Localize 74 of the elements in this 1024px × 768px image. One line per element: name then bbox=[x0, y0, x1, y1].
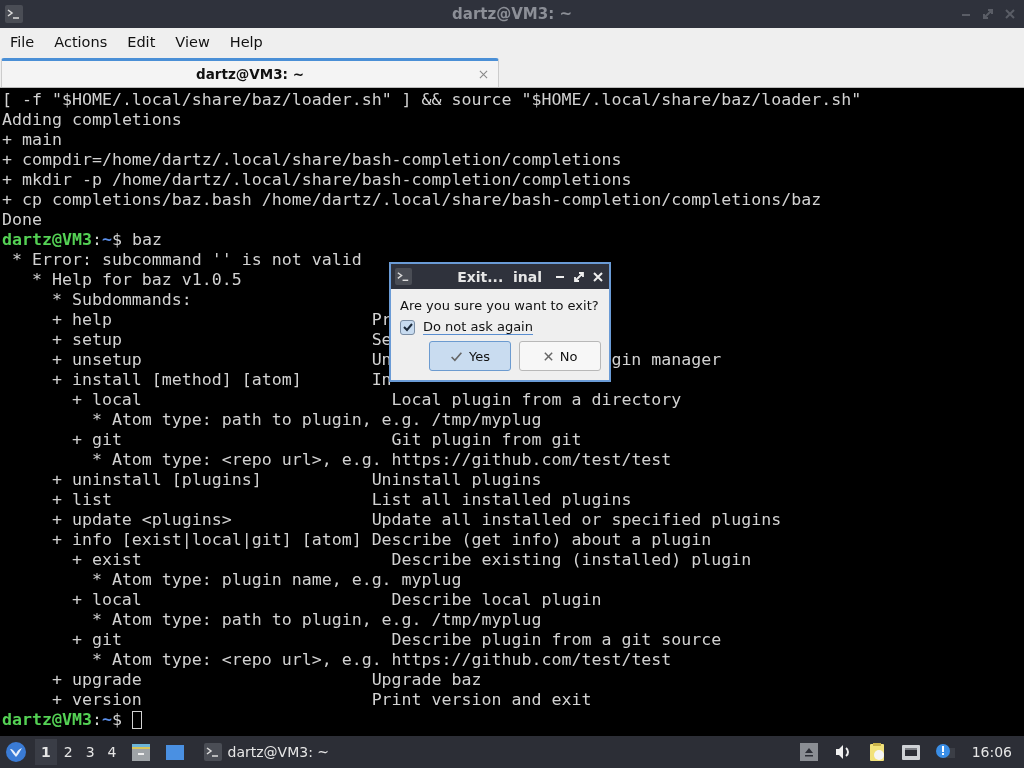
dialog-message: Are you sure you want to exit? bbox=[400, 298, 600, 313]
yes-button[interactable]: Yes bbox=[429, 341, 511, 371]
terminal-icon bbox=[5, 5, 23, 23]
terminal-text: * Atom type: path to plugin, e.g. /tmp/myplug bbox=[91, 410, 542, 430]
workspace-button[interactable]: 4 bbox=[101, 739, 123, 765]
start-menu-icon[interactable] bbox=[5, 741, 27, 763]
terminal-text: Describe (get info) about a plugin bbox=[371, 530, 712, 550]
terminal-text: + compdir=/home/dartz/.local/share/bash-completion/completions bbox=[2, 150, 622, 170]
terminal-text: + setup bbox=[51, 330, 122, 350]
terminal-tab[interactable]: dartz@VM3: ~ bbox=[1, 58, 499, 87]
shell-prompt: dartz@VM3:~$ bbox=[2, 230, 122, 250]
terminal-text: + unsetup bbox=[51, 350, 142, 370]
terminal-text: * Help for baz v1.0.5 bbox=[31, 270, 242, 290]
terminal-text: + mkdir -p /home/dartz/.local/share/bash-completion/completions bbox=[2, 170, 632, 190]
terminal-text: + git bbox=[71, 430, 122, 450]
terminal-text: + local bbox=[71, 590, 142, 610]
terminal-icon bbox=[395, 268, 412, 285]
eject-icon[interactable] bbox=[798, 742, 819, 762]
terminal-text: Pr bbox=[371, 310, 392, 330]
terminal-text: Describe existing (installed) plugin bbox=[391, 550, 752, 570]
no-button[interactable]: No bbox=[519, 341, 601, 371]
terminal-text: Adding completions bbox=[2, 110, 182, 130]
terminal-text: gin manager bbox=[611, 350, 722, 370]
terminal-text: [ -f "$HOME/.local/share/baz/loader.sh" ] && source "$HOME/.local/share/baz/loader.sh" bbox=[2, 90, 862, 110]
workspace-button[interactable]: 2 bbox=[57, 739, 79, 765]
terminal-text: + cp completions/baz.bash /home/dartz/.local/share/bash-completion/completions/baz bbox=[2, 190, 822, 210]
file-cabinet-icon[interactable] bbox=[130, 742, 151, 762]
terminal-text: + update <plugins> bbox=[51, 510, 232, 530]
close-icon bbox=[542, 350, 554, 362]
terminal-text: Describe local plugin bbox=[391, 590, 602, 610]
command-text: baz bbox=[131, 230, 162, 250]
terminal-text: * Atom type: path to plugin, e.g. /tmp/myplug bbox=[91, 610, 542, 630]
checkmark-icon bbox=[450, 349, 463, 363]
terminal-text: + main bbox=[2, 130, 62, 150]
dialog-title: Exit... inal bbox=[457, 268, 542, 285]
terminal-text: Upgrade baz bbox=[371, 670, 482, 690]
terminal-text: + info [exist|local|git] [atom] bbox=[51, 530, 362, 550]
terminal-text: Print version and exit bbox=[371, 690, 592, 710]
terminal-text: + local bbox=[71, 390, 142, 410]
taskbar-task[interactable]: dartz@VM3: ~ bbox=[197, 737, 336, 767]
terminal-text: + upgrade bbox=[51, 670, 142, 690]
menu-item[interactable]: View bbox=[167, 34, 218, 50]
terminal-text: Done bbox=[2, 210, 42, 230]
terminal-text: + install [method] [atom] bbox=[51, 370, 302, 390]
terminal-text: + uninstall [plugins] bbox=[51, 470, 262, 490]
checkbox-label[interactable]: Do not ask again bbox=[423, 319, 533, 335]
terminal-text: Git plugin from git bbox=[391, 430, 582, 450]
terminal-text: * Error: subcommand '' is not valid bbox=[12, 250, 362, 270]
terminal-text: List all installed plugins bbox=[371, 490, 632, 510]
menu-item[interactable]: Actions bbox=[46, 34, 116, 50]
terminal-text: + list bbox=[51, 490, 112, 510]
window-title: dartz@VM3: ~ bbox=[452, 5, 572, 23]
terminal-icon bbox=[203, 743, 222, 761]
terminal-text: Update all installed or specified plugins bbox=[371, 510, 782, 530]
terminal-text: Describe plugin from a git source bbox=[391, 630, 722, 650]
terminal-text: + help bbox=[51, 310, 112, 330]
menu-item[interactable]: Edit bbox=[119, 34, 164, 50]
terminal-text: Uninstall plugins bbox=[371, 470, 542, 490]
workspace-button[interactable]: 3 bbox=[79, 739, 101, 765]
menu-item[interactable]: File bbox=[2, 34, 43, 50]
terminal-text: * Atom type: <repo url>, e.g. https://github.com/test/test bbox=[91, 650, 672, 670]
terminal-text: + git bbox=[71, 630, 122, 650]
terminal-text: * Subdommands: bbox=[51, 290, 192, 310]
workspace-button[interactable]: 1 bbox=[35, 739, 57, 765]
checkbox[interactable] bbox=[400, 319, 415, 335]
menu-item[interactable]: Help bbox=[221, 34, 271, 50]
desktop-icon[interactable] bbox=[164, 742, 185, 762]
terminal-text: + version bbox=[51, 690, 142, 710]
terminal-text: Local plugin from a directory bbox=[391, 390, 682, 410]
shell-prompt: dartz@VM3:~$ bbox=[2, 710, 122, 730]
clock: 16:06 bbox=[971, 744, 1012, 760]
terminal-text: + exist bbox=[71, 550, 142, 570]
terminal-text: * Atom type: <repo url>, e.g. https://github.com/test/test bbox=[91, 450, 672, 470]
terminal-text: * Atom type: plugin name, e.g. myplug bbox=[91, 570, 462, 590]
